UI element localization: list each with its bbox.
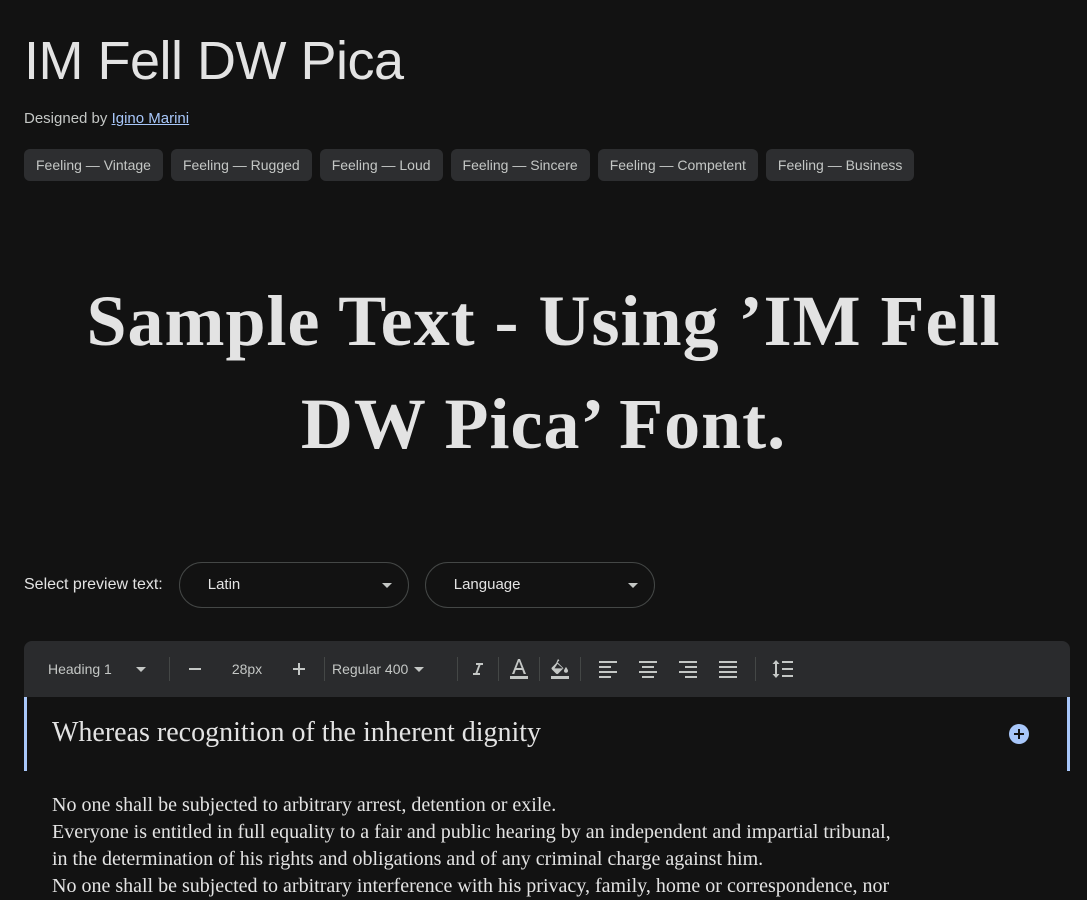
align-justify-icon: [719, 661, 737, 678]
chevron-down-icon: [627, 583, 638, 588]
language-select-value: Language: [453, 576, 521, 593]
paragraph-line: in the determination of his rights and o…: [52, 848, 764, 870]
highlight-color-icon: [551, 659, 569, 679]
increase-size-button[interactable]: [281, 649, 317, 689]
divider: [755, 657, 756, 681]
font-size-value[interactable]: 28px: [213, 641, 281, 697]
align-center-button[interactable]: [628, 649, 668, 689]
highlight-color-button[interactable]: [547, 649, 573, 689]
align-left-icon: [599, 661, 617, 678]
editor-heading-block[interactable]: Whereas recognition of the inherent dign…: [24, 697, 1070, 771]
designer-link[interactable]: Igino Marini: [112, 110, 190, 127]
decrease-size-button[interactable]: [177, 649, 213, 689]
plus-icon: [1014, 729, 1024, 739]
page-title: IM Fell DW Pica: [24, 31, 404, 91]
style-select[interactable]: Heading 1: [48, 641, 162, 697]
divider: [580, 657, 581, 681]
editor-toolbar: Heading 1 28px Regular 400: [24, 641, 1070, 697]
text-color-icon: [510, 659, 528, 679]
tag-rugged[interactable]: Feeling — Rugged: [170, 149, 312, 181]
tag-competent[interactable]: Feeling — Competent: [597, 149, 758, 181]
script-select[interactable]: Latin: [178, 562, 409, 608]
language-select[interactable]: Language: [424, 562, 655, 608]
add-block-button[interactable]: [1009, 724, 1029, 744]
align-right-icon: [679, 661, 697, 678]
align-left-button[interactable]: [588, 649, 628, 689]
chevron-down-icon: [381, 583, 392, 588]
preview-label: Select preview text:: [24, 576, 163, 593]
divider: [457, 657, 458, 681]
minus-icon: [189, 668, 201, 670]
paragraph-line: Everyone is entitled in full equality to…: [52, 821, 891, 843]
line-spacing-button[interactable]: [763, 649, 803, 689]
divider: [539, 657, 540, 681]
chevron-down-icon: [136, 666, 146, 672]
editor-heading-text[interactable]: Whereas recognition of the inherent dign…: [52, 717, 541, 749]
line-spacing-icon: [772, 660, 793, 678]
sample-text: Sample Text - Using ’IM Fell DW Pica’ Fo…: [86, 281, 1001, 464]
paragraph-line: No one shall be subjected to arbitrary a…: [52, 794, 557, 816]
weight-select-value: Regular 400: [332, 661, 409, 677]
preview-selector: Select preview text: Latin Language: [24, 562, 671, 608]
script-select-value: Latin: [207, 576, 241, 593]
weight-select[interactable]: Regular 400: [332, 641, 450, 697]
chevron-down-icon: [414, 666, 425, 672]
plus-icon: [293, 663, 305, 675]
divider: [498, 657, 499, 681]
tag-vintage[interactable]: Feeling — Vintage: [24, 149, 163, 181]
tag-sincere[interactable]: Feeling — Sincere: [450, 149, 590, 181]
divider: [169, 657, 170, 681]
editor-paragraph[interactable]: No one shall be subjected to arbitrary a…: [52, 792, 992, 900]
align-justify-button[interactable]: [708, 649, 748, 689]
italic-icon: [473, 663, 483, 675]
paragraph-line: No one shall be subjected to arbitrary i…: [52, 875, 890, 897]
designed-by-label: Designed by: [24, 110, 108, 127]
align-center-icon: [639, 661, 657, 678]
divider: [324, 657, 325, 681]
style-select-value: Heading 1: [48, 661, 112, 677]
tag-business[interactable]: Feeling — Business: [765, 149, 915, 181]
designer-line: Designed by Igino Marini: [24, 110, 189, 127]
tag-loud[interactable]: Feeling — Loud: [319, 149, 443, 181]
align-right-button[interactable]: [668, 649, 708, 689]
text-color-button[interactable]: [506, 649, 532, 689]
tag-list: Feeling — Vintage Feeling — Rugged Feeli…: [24, 149, 915, 181]
italic-button[interactable]: [465, 649, 491, 689]
